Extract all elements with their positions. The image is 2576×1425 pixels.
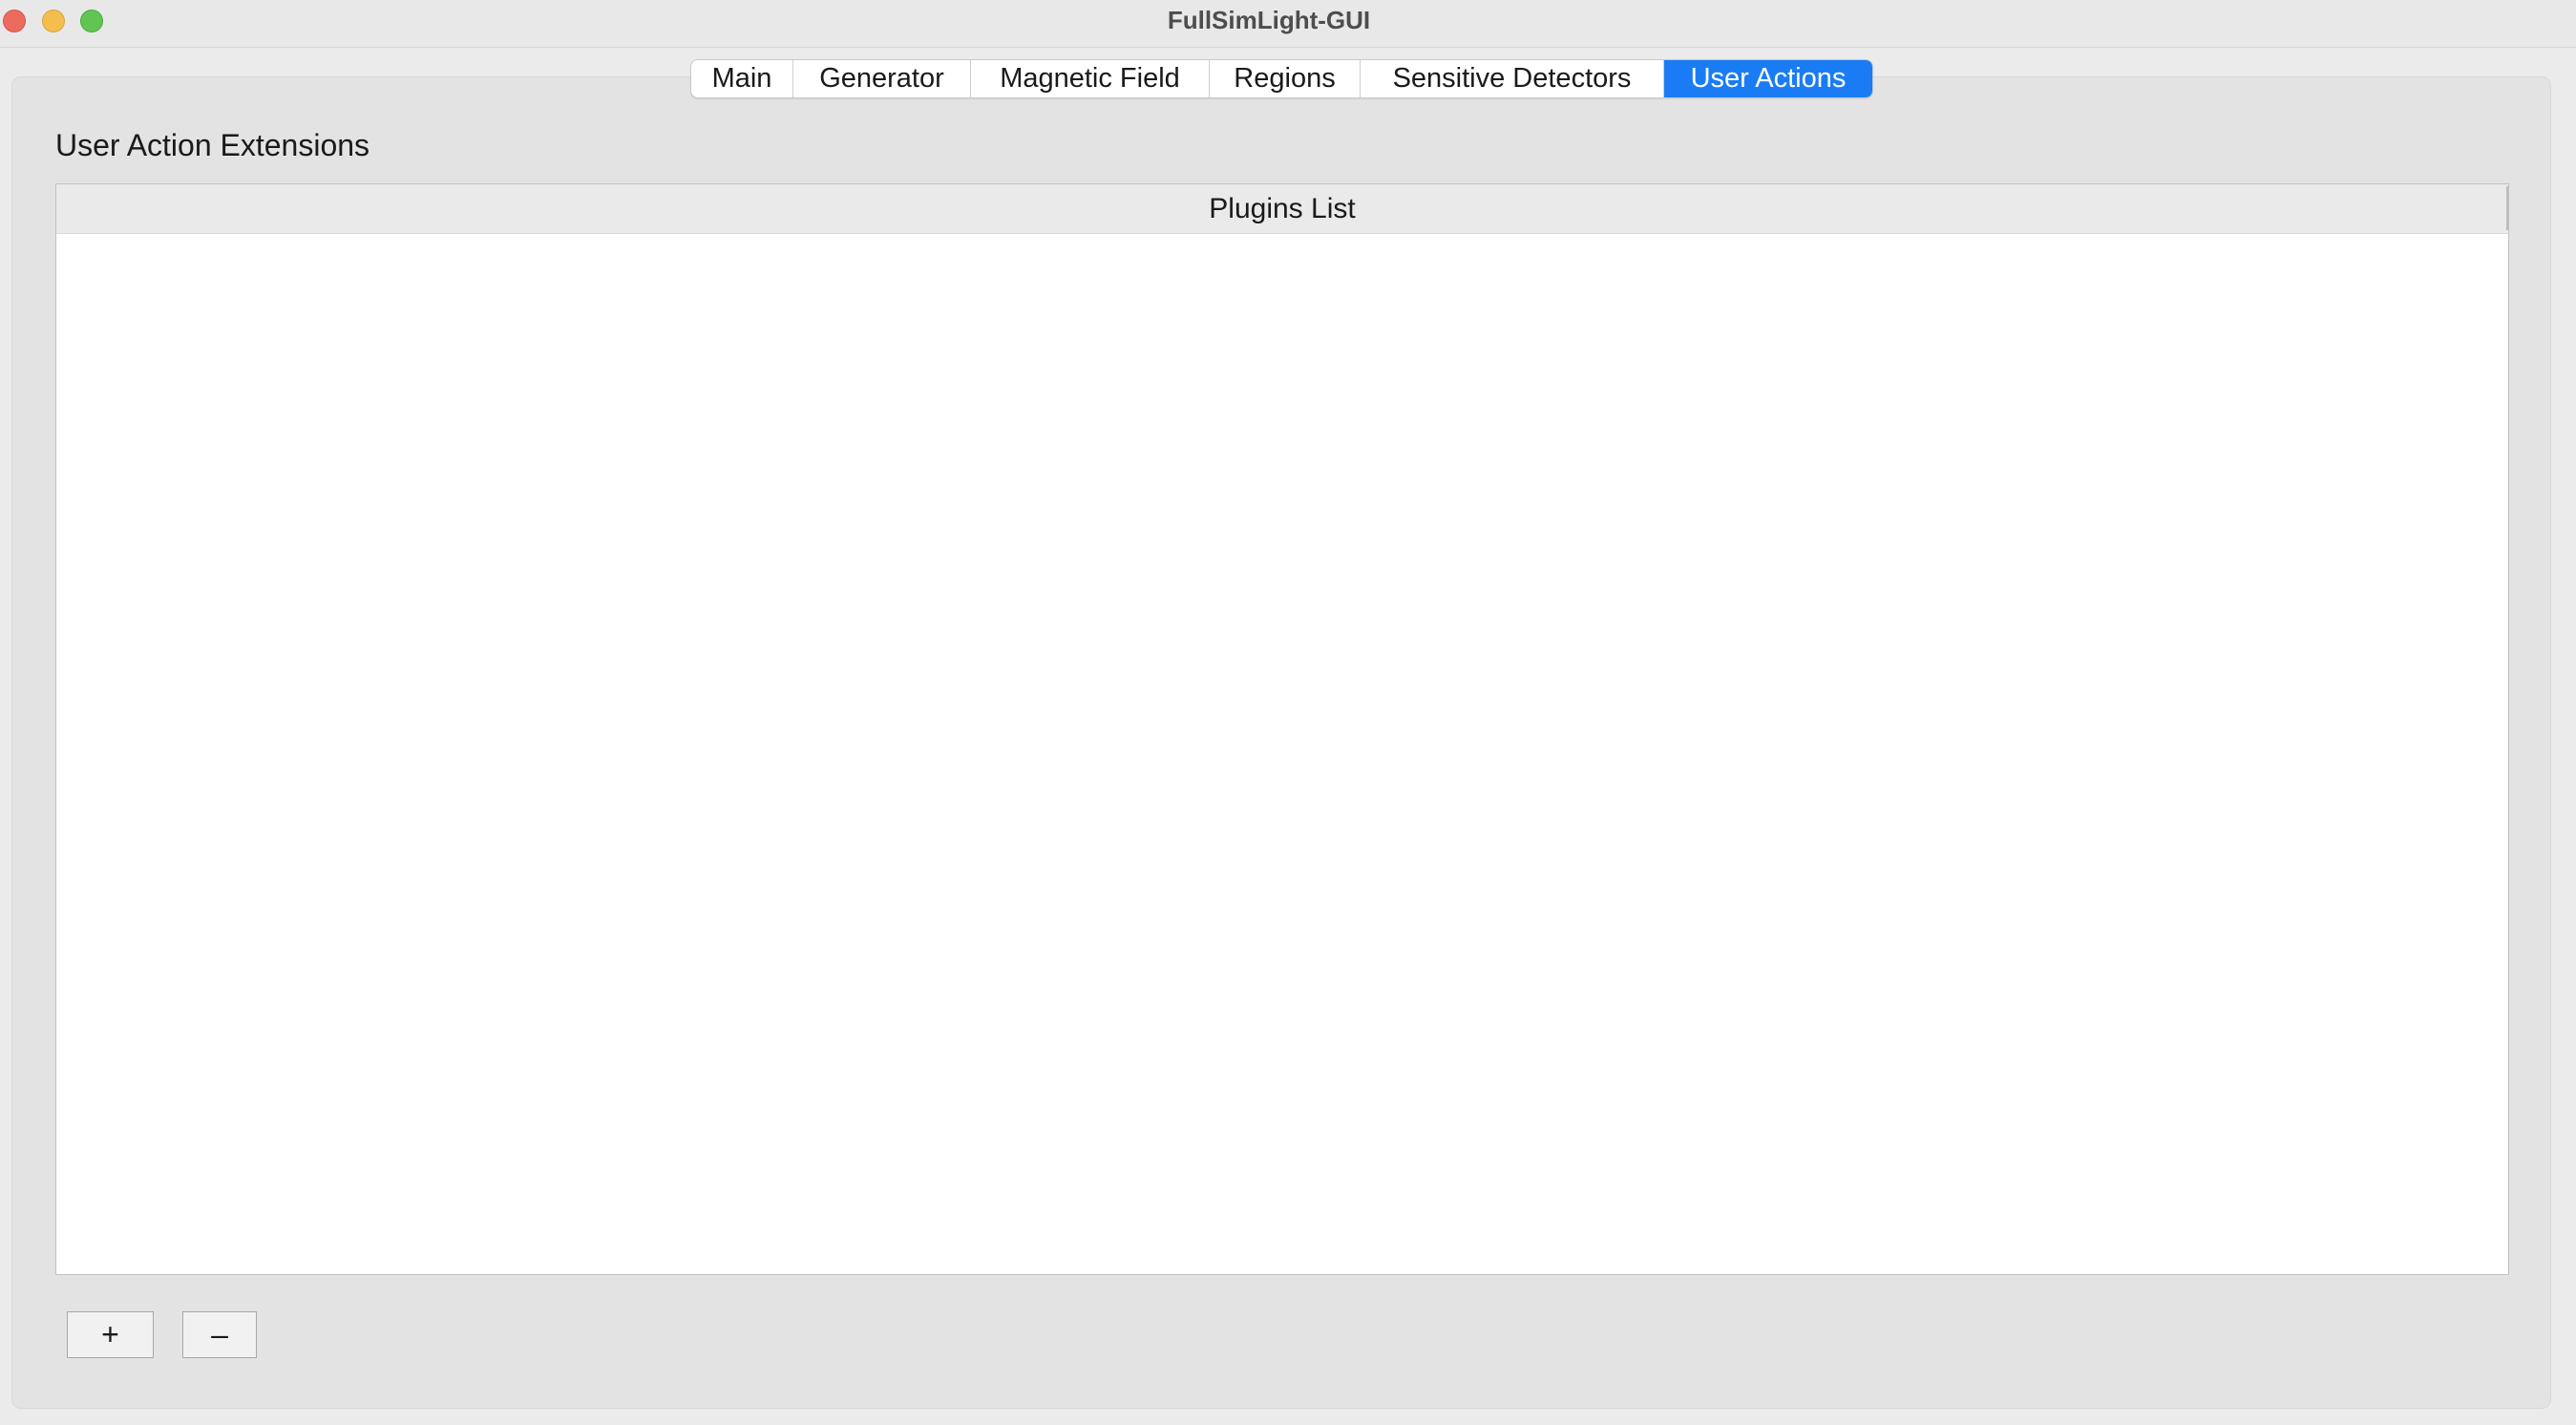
remove-plugin-button[interactable]: – — [182, 1311, 257, 1358]
title-bar: FullSimLight-GUI — [0, 0, 2576, 48]
tab-magnetic-field[interactable]: Magnetic Field — [971, 60, 1210, 97]
app-window: FullSimLight-GUI Main Generator Magnetic… — [0, 0, 2576, 1425]
tab-regions[interactable]: Regions — [1210, 60, 1361, 97]
plugins-list-body[interactable] — [56, 234, 2508, 1274]
section-title: User Action Extensions — [55, 128, 370, 162]
header-column-divider — [2506, 186, 2508, 230]
add-plugin-button[interactable]: + — [67, 1311, 154, 1358]
plugins-list-header[interactable]: Plugins List — [56, 184, 2508, 234]
tab-user-actions[interactable]: User Actions — [1664, 60, 1872, 97]
tab-sensitive-detectors[interactable]: Sensitive Detectors — [1361, 60, 1664, 97]
window-title: FullSimLight-GUI — [1167, 6, 1371, 34]
plugins-list-header-label: Plugins List — [1209, 193, 1356, 224]
tab-main[interactable]: Main — [691, 60, 793, 97]
tab-generator[interactable]: Generator — [793, 60, 971, 97]
plugins-list[interactable]: Plugins List — [55, 183, 2509, 1275]
tab-bar: Main Generator Magnetic Field Regions Se… — [690, 59, 1873, 98]
